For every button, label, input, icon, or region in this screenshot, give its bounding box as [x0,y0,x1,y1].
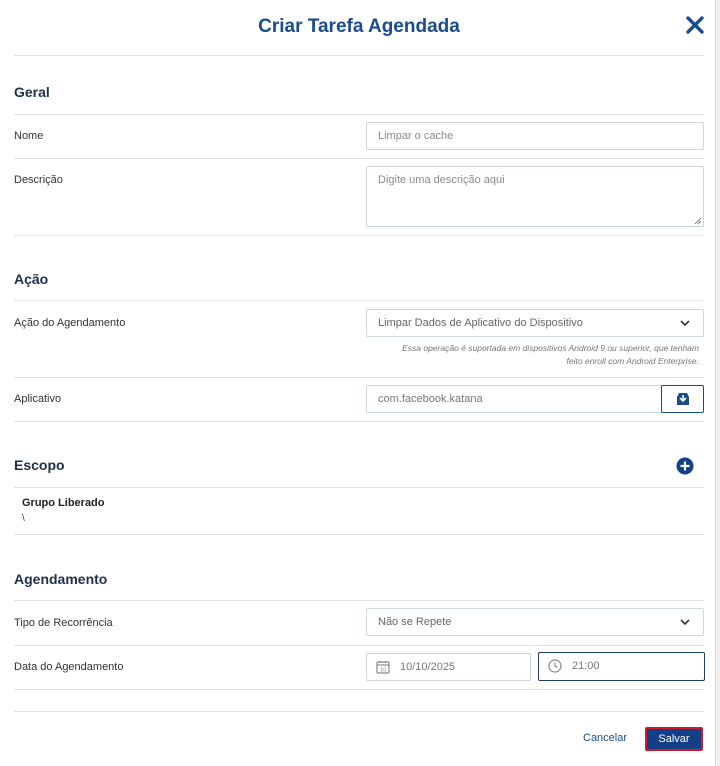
footer-divider [14,711,704,712]
action-hint: Essa operação é suportada em dispositivo… [359,342,699,368]
divider [14,235,704,236]
schedule-time-input[interactable]: 21:00 [538,652,705,681]
dialog-title: Criar Tarefa Agendada [258,16,460,37]
divider [14,534,704,535]
section-title-acao: Ação [14,271,49,287]
app-label: Aplicativo [14,393,62,405]
divider [14,300,704,301]
calendar-icon: 10 [376,661,390,674]
schedule-date-input[interactable]: 10 10/10/2025 [366,653,531,681]
recurrence-value: Não se Repete [378,616,452,628]
name-input[interactable]: Limpar o cache [366,122,704,150]
description-textarea[interactable]: Digite uma descrição aqui [366,166,704,227]
save-button[interactable]: Salvar [645,727,703,751]
scope-group-path: \ [22,513,25,524]
divider [14,158,704,159]
divider [14,600,704,601]
divider [14,689,704,690]
description-placeholder: Digite uma descrição aqui [378,174,505,186]
add-scope-icon[interactable] [676,457,694,475]
schedule-time-value: 21:00 [572,660,600,672]
action-hint-line1: Essa operação é suportada em dispositivo… [402,343,699,353]
app-store-icon [677,393,689,405]
close-icon[interactable] [684,14,706,36]
chevron-down-icon [680,320,690,327]
calendar-day: 10 [380,668,386,674]
chevron-down-icon [680,619,690,626]
create-scheduled-task-dialog: Criar Tarefa Agendada Geral Nome Limpar … [0,0,716,766]
app-picker-button[interactable] [661,385,704,413]
divider [14,421,704,422]
recurrence-select[interactable]: Não se Repete [366,608,704,636]
divider [14,487,704,488]
schedule-action-value: Limpar Dados de Aplicativo do Dispositiv… [378,317,583,329]
schedule-date-value: 10/10/2025 [400,661,456,673]
scrollbar[interactable] [716,0,720,766]
description-label: Descrição [14,174,63,186]
resize-grip-icon[interactable] [694,217,702,225]
clock-icon [548,659,562,673]
section-title-geral: Geral [14,84,50,100]
action-hint-line2: feito enroll com Android Enterprise. [566,356,699,366]
schedule-date-label: Data do Agendamento [14,661,124,673]
cancel-button[interactable]: Cancelar [583,732,627,744]
divider [14,114,704,115]
recurrence-label: Tipo de Recorrência [14,617,113,629]
schedule-action-select[interactable]: Limpar Dados de Aplicativo do Dispositiv… [366,309,704,337]
section-title-agendamento: Agendamento [14,571,108,587]
divider [14,377,704,378]
app-input[interactable]: com.facebook.katana [366,385,662,413]
section-title-escopo: Escopo [14,457,65,473]
name-label: Nome [14,130,44,142]
schedule-action-label: Ação do Agendamento [14,317,126,329]
scope-group-name: Grupo Liberado [22,497,105,509]
divider [14,645,704,646]
dialog-header: Criar Tarefa Agendada [14,0,704,56]
